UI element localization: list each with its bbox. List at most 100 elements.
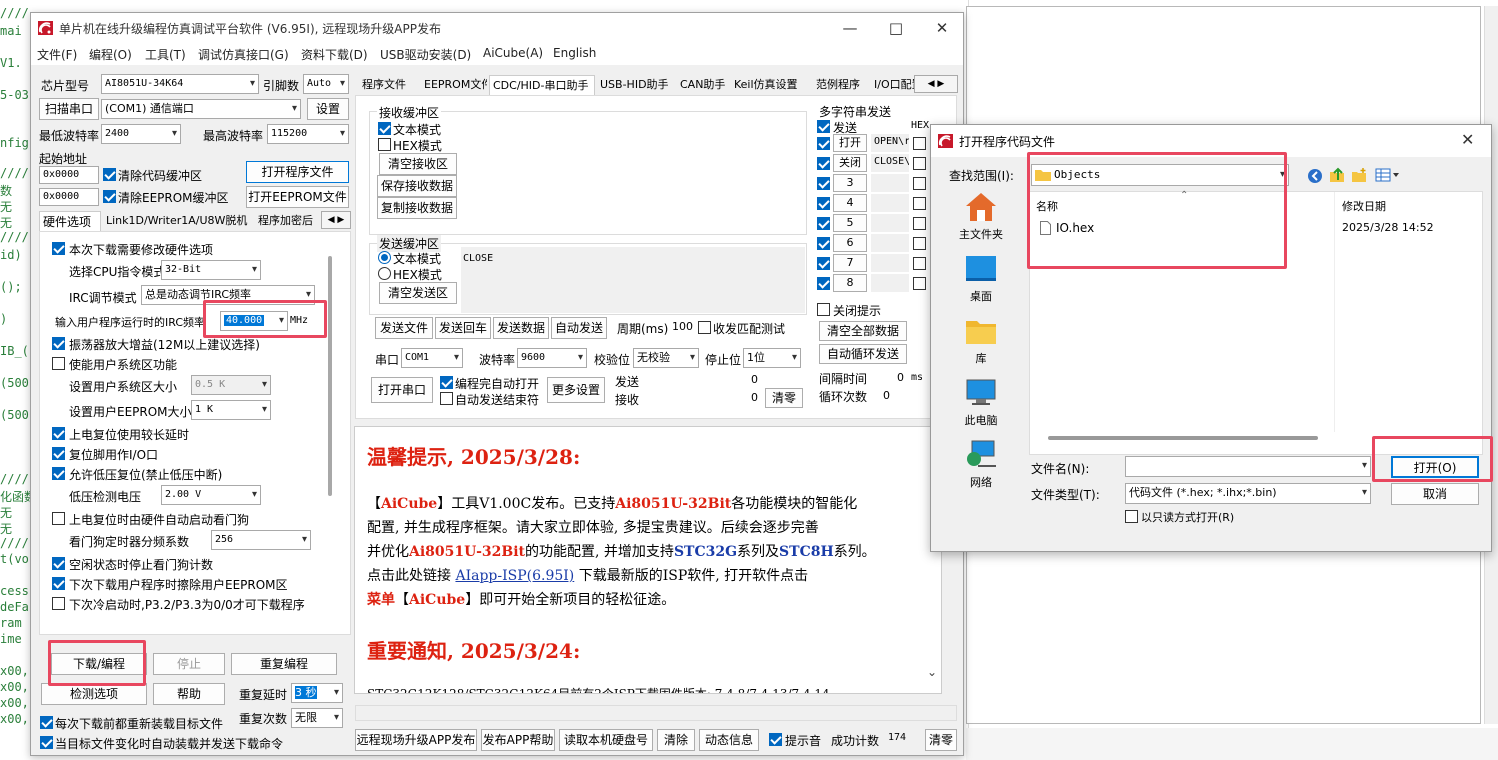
min-baud-select[interactable]: 2400 bbox=[101, 124, 181, 144]
multi-row-hex-checkbox[interactable] bbox=[913, 237, 926, 250]
osc-gain-checkbox[interactable] bbox=[52, 337, 65, 350]
send-file-button[interactable]: 发送文件 bbox=[375, 317, 433, 339]
right-tab[interactable]: Keil仿真设置 bbox=[731, 75, 811, 95]
wdt-idle-checkbox[interactable] bbox=[52, 557, 65, 570]
copy-receive-button[interactable]: 复制接收数据 bbox=[377, 197, 457, 219]
up-folder-icon[interactable] bbox=[1329, 167, 1345, 183]
multi-row-input[interactable] bbox=[871, 274, 909, 292]
loop-value[interactable]: 0 bbox=[883, 389, 890, 402]
app-help-button[interactable]: 发布APP帮助 bbox=[481, 729, 555, 751]
close-tip-checkbox[interactable] bbox=[817, 303, 830, 316]
eeprom-addr-input[interactable]: 0x0000 bbox=[39, 188, 99, 206]
tab-hardware[interactable]: 硬件选项 bbox=[39, 211, 101, 231]
multi-row-input[interactable] bbox=[871, 174, 909, 192]
multi-row-hex-checkbox[interactable] bbox=[913, 257, 926, 270]
max-baud-select[interactable]: 115200 bbox=[267, 124, 349, 144]
multi-row-send-button[interactable]: 8 bbox=[833, 274, 867, 292]
auto-reload-checkbox[interactable] bbox=[40, 736, 53, 749]
stop-button[interactable]: 停止 bbox=[153, 653, 225, 675]
view-menu-icon[interactable] bbox=[1375, 168, 1399, 182]
baud-select[interactable]: 9600 bbox=[517, 348, 587, 368]
file-list-hscroll[interactable] bbox=[1048, 436, 1318, 440]
place-network[interactable]: 网络 bbox=[945, 439, 1017, 490]
send-hex-mode-radio[interactable] bbox=[378, 267, 391, 280]
recv-hex-mode-checkbox[interactable] bbox=[378, 138, 391, 151]
interval-value[interactable]: 0 bbox=[897, 371, 904, 384]
readonly-checkbox[interactable] bbox=[1125, 510, 1138, 523]
menu-item[interactable]: AiCube(A) bbox=[483, 46, 543, 60]
multi-row-send-button[interactable]: 关闭 bbox=[833, 154, 867, 172]
parity-select[interactable]: 无校验 bbox=[633, 348, 699, 368]
lv-select[interactable]: 2.00 V bbox=[161, 485, 261, 505]
multi-row-checkbox[interactable] bbox=[817, 257, 830, 270]
menu-item[interactable]: 工具(T) bbox=[145, 46, 186, 63]
right-tab[interactable]: 范例程序 bbox=[813, 75, 869, 95]
more-settings-button[interactable]: 更多设置 bbox=[547, 377, 605, 403]
send-enter-button[interactable]: 发送回车 bbox=[435, 317, 491, 339]
multi-row-input[interactable] bbox=[871, 194, 909, 212]
chip-select[interactable]: AI8051U-34K64 bbox=[101, 74, 259, 94]
tab-link1d[interactable]: Link1D/Writer1A/U8W脱机 bbox=[103, 211, 253, 231]
send-text-mode-radio[interactable] bbox=[378, 251, 391, 264]
reprogram-button[interactable]: 重复编程 bbox=[231, 653, 337, 675]
menu-item[interactable]: 编程(O) bbox=[89, 46, 132, 63]
multi-row-checkbox[interactable] bbox=[817, 177, 830, 190]
repeat-delay-select[interactable]: 3 秒 bbox=[291, 683, 343, 703]
multi-row-hex-checkbox[interactable] bbox=[913, 157, 926, 170]
multi-row-checkbox[interactable] bbox=[817, 237, 830, 250]
clear-count-button[interactable]: 清零 bbox=[765, 388, 803, 408]
erase-eeprom-checkbox[interactable] bbox=[52, 577, 65, 590]
multi-row-checkbox[interactable] bbox=[817, 277, 830, 290]
send-data-button[interactable]: 发送数据 bbox=[493, 317, 549, 339]
notice-hscroll[interactable] bbox=[355, 705, 957, 721]
scan-port-button[interactable]: 扫描串口 bbox=[39, 98, 99, 120]
options-scrollbar[interactable] bbox=[328, 256, 332, 496]
right-tab[interactable]: EEPROM文件 bbox=[421, 75, 487, 95]
stop-bits-select[interactable]: 1位 bbox=[743, 348, 801, 368]
eeprom-size-select[interactable]: 1 K bbox=[191, 400, 271, 420]
right-tab[interactable]: I/O口配置 bbox=[871, 75, 915, 95]
open-serial-button[interactable]: 打开串口 bbox=[371, 377, 433, 403]
send-textarea[interactable]: CLOSE bbox=[461, 247, 805, 313]
filename-input[interactable] bbox=[1125, 456, 1371, 477]
port-select[interactable]: (COM1) 通信端口 bbox=[101, 99, 301, 119]
recv-text-mode-checkbox[interactable] bbox=[378, 122, 391, 135]
pin-select[interactable]: Auto bbox=[303, 74, 349, 94]
close-icon[interactable]: ✕ bbox=[919, 13, 965, 43]
multi-row-send-button[interactable]: 7 bbox=[833, 254, 867, 272]
new-folder-icon[interactable] bbox=[1351, 167, 1367, 183]
auto-end-checkbox[interactable] bbox=[440, 392, 453, 405]
multi-row-hex-checkbox[interactable] bbox=[913, 177, 926, 190]
beep-checkbox[interactable] bbox=[769, 733, 782, 746]
save-receive-button[interactable]: 保存接收数据 bbox=[377, 175, 457, 197]
match-test-checkbox[interactable] bbox=[698, 321, 711, 334]
multi-row-input[interactable] bbox=[871, 234, 909, 252]
isp-download-link[interactable]: AIapp-ISP(6.95I) bbox=[455, 568, 574, 584]
dialog-cancel-button[interactable]: 取消 bbox=[1391, 483, 1479, 505]
minimize-icon[interactable]: — bbox=[827, 13, 873, 43]
dialog-close-icon[interactable]: ✕ bbox=[1461, 130, 1474, 149]
sys-size-select[interactable]: 0.5 K bbox=[191, 375, 271, 395]
multi-row-checkbox[interactable] bbox=[817, 217, 830, 230]
multi-row-hex-checkbox[interactable] bbox=[913, 197, 926, 210]
clear-eeprom-checkbox[interactable] bbox=[103, 190, 116, 203]
reset-io-checkbox[interactable] bbox=[52, 447, 65, 460]
multi-row-input[interactable] bbox=[871, 214, 909, 232]
read-disk-button[interactable]: 读取本机硬盘号 bbox=[559, 729, 653, 751]
wdt-div-select[interactable]: 256 bbox=[211, 530, 311, 550]
long-delay-checkbox[interactable] bbox=[52, 427, 65, 440]
menu-item[interactable]: 文件(F) bbox=[37, 46, 77, 63]
tab-encrypt[interactable]: 程序加密后 bbox=[255, 211, 319, 231]
multi-row-input[interactable]: OPEN\r bbox=[871, 134, 909, 152]
remote-app-button[interactable]: 远程现场升级APP发布 bbox=[355, 729, 477, 751]
multi-row-checkbox[interactable] bbox=[817, 137, 830, 150]
user-sys-area-checkbox[interactable] bbox=[52, 357, 65, 370]
multi-row-hex-checkbox[interactable] bbox=[913, 277, 926, 290]
hw-change-checkbox[interactable] bbox=[52, 242, 65, 255]
place-library[interactable]: 库 bbox=[945, 315, 1017, 366]
multi-row-input[interactable] bbox=[871, 254, 909, 272]
serial-port-select[interactable]: COM1 bbox=[401, 348, 463, 368]
multi-send-checkbox[interactable] bbox=[817, 120, 830, 133]
menu-item[interactable]: 资料下载(D) bbox=[301, 46, 368, 63]
col-date-header[interactable]: 修改日期 bbox=[1342, 198, 1386, 214]
